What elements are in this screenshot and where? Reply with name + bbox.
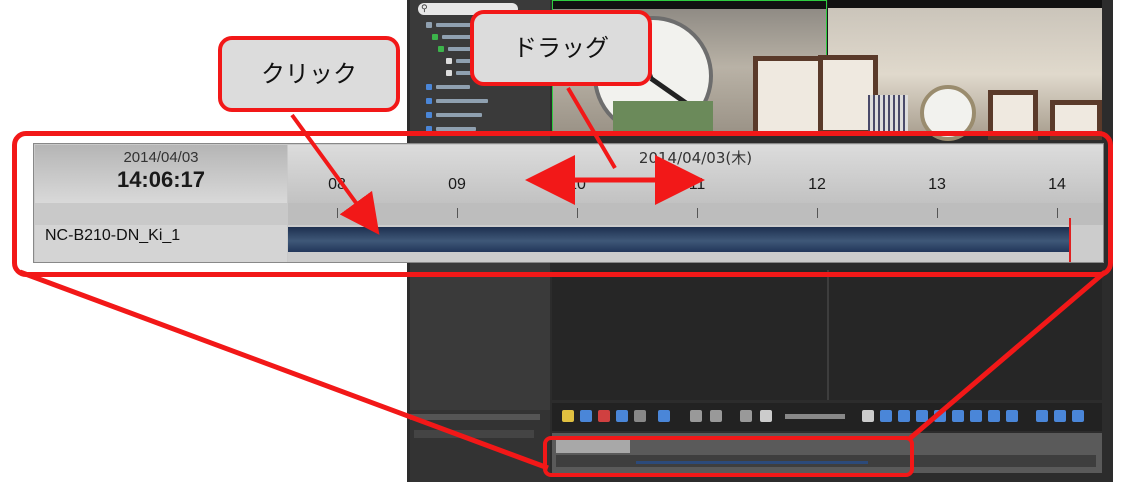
click-callout: クリック bbox=[218, 36, 400, 112]
drag-arrow-stem bbox=[566, 86, 617, 170]
drag-callout: ドラッグ bbox=[470, 10, 652, 86]
zoom-connector-left bbox=[19, 269, 549, 471]
zoom-connector-right bbox=[906, 270, 1107, 442]
click-callout-label: クリック bbox=[261, 60, 357, 88]
drag-callout-label: ドラッグ bbox=[513, 34, 609, 62]
click-arrow bbox=[290, 113, 380, 235]
